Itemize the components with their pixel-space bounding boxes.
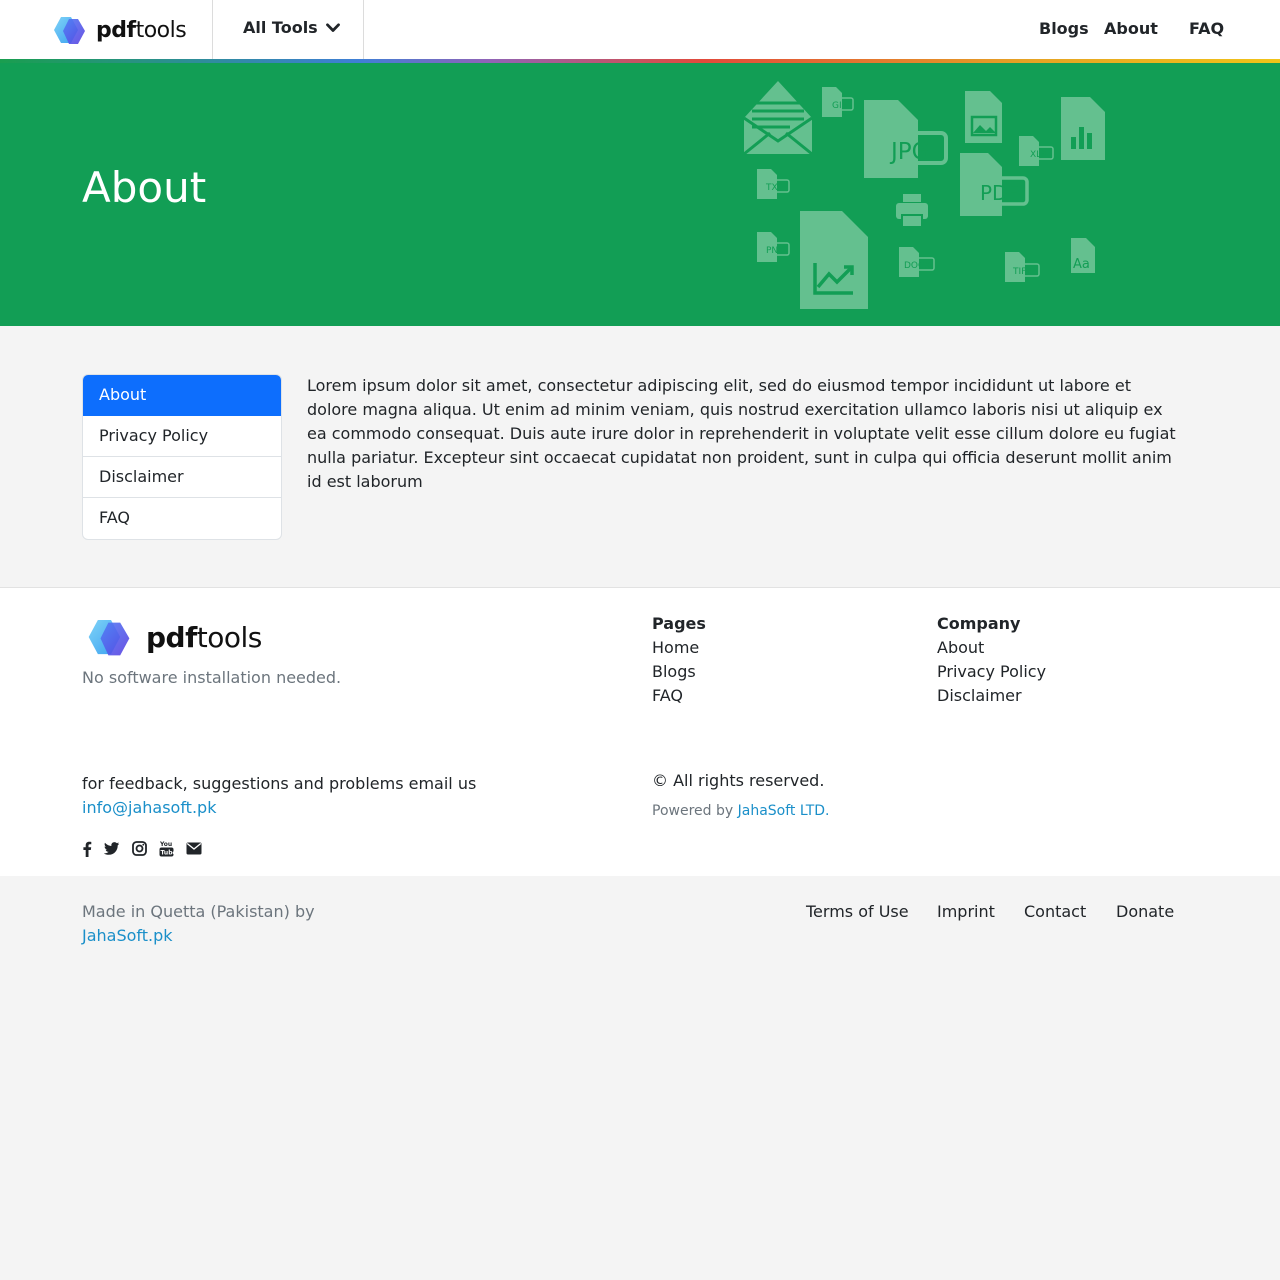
footer-pages-column: Pages Home Blogs FAQ: [652, 612, 706, 708]
about-side-menu: About Privacy Policy Disclaimer FAQ: [82, 374, 282, 540]
copyright-text: © All rights reserved.: [652, 771, 825, 790]
envelope-open-icon: [743, 81, 813, 156]
xls-file-icon: XLS: [1019, 136, 1054, 166]
image-file-icon: [965, 91, 1002, 143]
font-file-icon: Aa: [1071, 238, 1095, 273]
tiff-file-icon: TIFF: [1005, 252, 1040, 282]
footer-link-faq[interactable]: FAQ: [652, 684, 706, 708]
jpg-label: JPG: [889, 139, 929, 165]
line-chart-file-icon: [800, 211, 868, 309]
docx-file-icon: DOCX: [899, 247, 935, 277]
made-by-link[interactable]: JahaSoft.pk: [82, 924, 315, 948]
bottom-bar: Made in Quetta (Pakistan) by JahaSoft.pk…: [0, 876, 1280, 1280]
hero-banner: About GIF JPG XLS PDF TXT PNG DOCX TIFF …: [0, 63, 1280, 326]
all-tools-dropdown[interactable]: All Tools: [243, 18, 340, 37]
svg-text:You: You: [159, 841, 172, 848]
instagram-icon[interactable]: [132, 841, 147, 856]
side-menu-item-disclaimer[interactable]: Disclaimer: [83, 457, 281, 498]
footer-company-column: Company About Privacy Policy Disclaimer: [937, 612, 1046, 708]
footer-link-privacy-policy[interactable]: Privacy Policy: [937, 660, 1046, 684]
made-in-text: Made in Quetta (Pakistan) by: [82, 902, 315, 921]
pdftools-logo-icon: [52, 14, 90, 46]
printer-icon: [896, 194, 928, 228]
logo-wordmark: pdftools: [96, 17, 187, 43]
terms-of-use-link[interactable]: Terms of Use: [806, 902, 909, 921]
feedback-block: for feedback, suggestions and problems e…: [82, 772, 476, 820]
gif-file-icon: GIF: [822, 87, 854, 117]
footer-pages-heading: Pages: [652, 614, 706, 633]
donate-link[interactable]: Donate: [1116, 902, 1174, 921]
footer-link-about[interactable]: About: [937, 636, 1046, 660]
made-in-block: Made in Quetta (Pakistan) by JahaSoft.pk: [82, 900, 315, 948]
powered-by-link[interactable]: JahaSoft LTD.: [738, 803, 830, 819]
top-header: pdftools All Tools Blogs About FAQ: [0, 0, 1280, 59]
facebook-icon[interactable]: [82, 841, 92, 857]
pdf-file-icon: PDF: [960, 153, 1029, 216]
header-divider: [212, 0, 213, 59]
envelope-icon[interactable]: [186, 842, 202, 855]
footer-link-blogs[interactable]: Blogs: [652, 660, 706, 684]
txt-label: TXT: [765, 183, 784, 193]
pdf-label: PDF: [980, 181, 1019, 205]
imprint-link[interactable]: Imprint: [937, 902, 995, 921]
nav-about[interactable]: About: [1104, 19, 1158, 38]
powered-by: Powered by JahaSoft LTD.: [652, 803, 830, 819]
gif-label: GIF: [832, 101, 847, 111]
social-links: You Tube: [82, 840, 214, 857]
all-tools-label: All Tools: [243, 18, 318, 37]
feedback-text: for feedback, suggestions and problems e…: [82, 774, 477, 793]
site-footer: pdftools No software installation needed…: [0, 587, 1280, 876]
tiff-label: TIFF: [1012, 267, 1032, 277]
nav-blogs[interactable]: Blogs: [1039, 19, 1089, 38]
footer-link-home[interactable]: Home: [652, 636, 706, 660]
logo-wordmark: pdftools: [146, 620, 262, 654]
svg-text:Tube: Tube: [161, 850, 175, 857]
header-logo[interactable]: pdftools: [52, 14, 187, 46]
xls-label: XLS: [1030, 150, 1047, 160]
footer-link-disclaimer[interactable]: Disclaimer: [937, 684, 1046, 708]
footer-logo[interactable]: pdftools: [86, 616, 262, 658]
file-icons-illustration: GIF JPG XLS PDF TXT PNG DOCX TIFF Aa: [743, 81, 1105, 309]
txt-file-icon: TXT: [757, 169, 790, 199]
chevron-down-icon: [325, 18, 340, 37]
side-menu-item-faq[interactable]: FAQ: [83, 498, 281, 539]
header-divider: [363, 0, 364, 59]
font-label: Aa: [1073, 257, 1090, 272]
feedback-email-link[interactable]: info@jahasoft.pk: [82, 796, 476, 820]
side-menu-item-about[interactable]: About: [83, 375, 281, 416]
side-menu-item-privacy-policy[interactable]: Privacy Policy: [83, 416, 281, 457]
bar-chart-file-icon: [1061, 97, 1105, 160]
docx-label: DOCX: [904, 261, 930, 271]
twitter-icon[interactable]: [104, 841, 120, 856]
about-body-text: Lorem ipsum dolor sit amet, consectetur …: [307, 376, 1176, 491]
contact-link[interactable]: Contact: [1024, 902, 1086, 921]
png-file-icon: PNG: [757, 232, 790, 262]
powered-by-prefix: Powered by: [652, 803, 734, 819]
footer-tagline: No software installation needed.: [82, 668, 342, 687]
png-label: PNG: [766, 246, 785, 256]
pdftools-logo-icon: [86, 616, 136, 658]
jpg-file-icon: JPG: [864, 100, 948, 178]
nav-faq[interactable]: FAQ: [1189, 19, 1224, 38]
youtube-icon[interactable]: You Tube: [159, 840, 174, 857]
footer-company-heading: Company: [937, 614, 1021, 633]
